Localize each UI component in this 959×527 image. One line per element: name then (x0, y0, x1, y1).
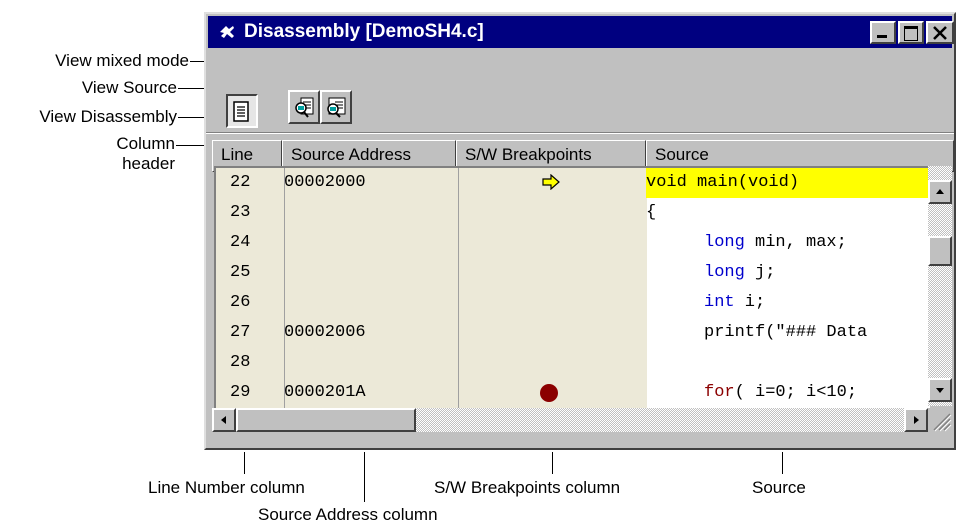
source-keyword: for (704, 383, 735, 402)
callout-source: Source (752, 478, 806, 497)
source-text: { (646, 203, 657, 222)
table-row[interactable]: 23 { (216, 198, 930, 228)
scroll-right-button[interactable] (904, 408, 928, 432)
close-icon (933, 26, 947, 40)
source-text: void main(void) (646, 173, 800, 192)
table-row[interactable]: 24 long min, max; (216, 228, 930, 258)
window-app-icon (220, 26, 234, 38)
window-title: Disassembly [DemoSH4.c] (244, 21, 484, 42)
source-address: 00002000 (284, 173, 366, 192)
source-address: 0000201A (284, 383, 366, 402)
callout-view-disassembly: View Disassembly (39, 107, 177, 126)
scroll-left-button[interactable] (212, 408, 236, 432)
arrow-left-icon (221, 416, 226, 424)
scroll-thumb[interactable] (928, 236, 952, 266)
callout-view-source: View Source (81, 78, 177, 97)
source-keyword: long (704, 233, 745, 252)
disassembly-grid[interactable]: 22 00002000 void main(void) 23 {24 long min, … (214, 166, 930, 408)
vertical-scrollbar[interactable] (928, 166, 952, 406)
source-code: long j; (704, 258, 775, 288)
disassembly-icon (327, 97, 346, 118)
table-row[interactable]: 25 long j; (216, 258, 930, 288)
close-button[interactable] (926, 21, 954, 44)
minimize-button[interactable] (870, 21, 896, 44)
source-code: { (646, 198, 656, 228)
callout-line-number-column: Line Number column (148, 478, 305, 497)
line-number: 29 (230, 383, 251, 402)
callout-column-header: Column (116, 134, 175, 153)
view-mixed-mode-button[interactable] (288, 90, 320, 124)
toolbar-divider (206, 133, 954, 134)
scroll-thumb[interactable] (236, 408, 416, 432)
callout-line (364, 452, 365, 502)
scroll-up-button[interactable] (928, 180, 952, 204)
line-number: 27 (230, 323, 251, 342)
source-code: int i; (704, 288, 765, 318)
resize-grip-icon[interactable] (930, 410, 952, 432)
source-text: printf("### Data (704, 323, 868, 342)
callout-breakpoints-column: S/W Breakpoints column (434, 478, 621, 497)
table-row[interactable]: 28 (216, 348, 930, 378)
breakpoint-icon[interactable] (540, 384, 558, 402)
table-row[interactable]: 29 0000201A for( i=0; i<10; (216, 378, 930, 408)
line-number: 23 (230, 203, 251, 222)
callout-line (552, 452, 553, 474)
table-row[interactable]: 26 int i; (216, 288, 930, 318)
maximize-button[interactable] (898, 21, 924, 44)
source-code: void main(void) (646, 168, 930, 198)
maximize-icon (904, 26, 918, 41)
source-text: i; (734, 293, 766, 312)
view-disassembly-button[interactable] (320, 90, 352, 124)
source-text: min, max; (744, 233, 847, 252)
line-number: 26 (230, 293, 251, 312)
source-address: 00002006 (284, 323, 366, 342)
arrow-right-icon (914, 416, 919, 424)
table-row[interactable]: 27 00002006 printf("### Data (216, 318, 930, 348)
callout-view-mixed-mode: View mixed mode (55, 51, 189, 70)
line-number: 28 (230, 353, 251, 372)
source-code: printf("### Data (704, 318, 867, 348)
source-document-icon (233, 101, 249, 122)
source-text: ( i=0; i<10; (734, 383, 858, 402)
callout-source-address-column: Source Address column (258, 505, 438, 524)
line-number: 22 (230, 173, 251, 192)
callout-column-header-2: header (122, 154, 175, 173)
source-keyword: int (704, 293, 735, 312)
title-bar[interactable]: Disassembly [DemoSH4.c] (208, 16, 954, 48)
horizontal-scrollbar[interactable] (212, 408, 928, 432)
callout-line (782, 452, 783, 474)
source-keyword: long (704, 263, 745, 282)
current-pc-arrow-icon (542, 174, 560, 190)
table-row[interactable]: 22 00002000 void main(void) (216, 168, 930, 198)
source-text: j; (744, 263, 776, 282)
arrow-down-icon (936, 388, 944, 393)
mixed-mode-icon (295, 97, 314, 118)
line-number: 25 (230, 263, 251, 282)
arrow-up-icon (936, 189, 944, 194)
source-code: for( i=0; i<10; (704, 378, 857, 408)
scroll-down-button[interactable] (928, 378, 952, 402)
minimize-icon (877, 35, 887, 38)
callout-line (244, 452, 245, 474)
view-source-button[interactable] (226, 94, 258, 128)
source-code: long min, max; (704, 228, 847, 258)
line-number: 24 (230, 233, 251, 252)
